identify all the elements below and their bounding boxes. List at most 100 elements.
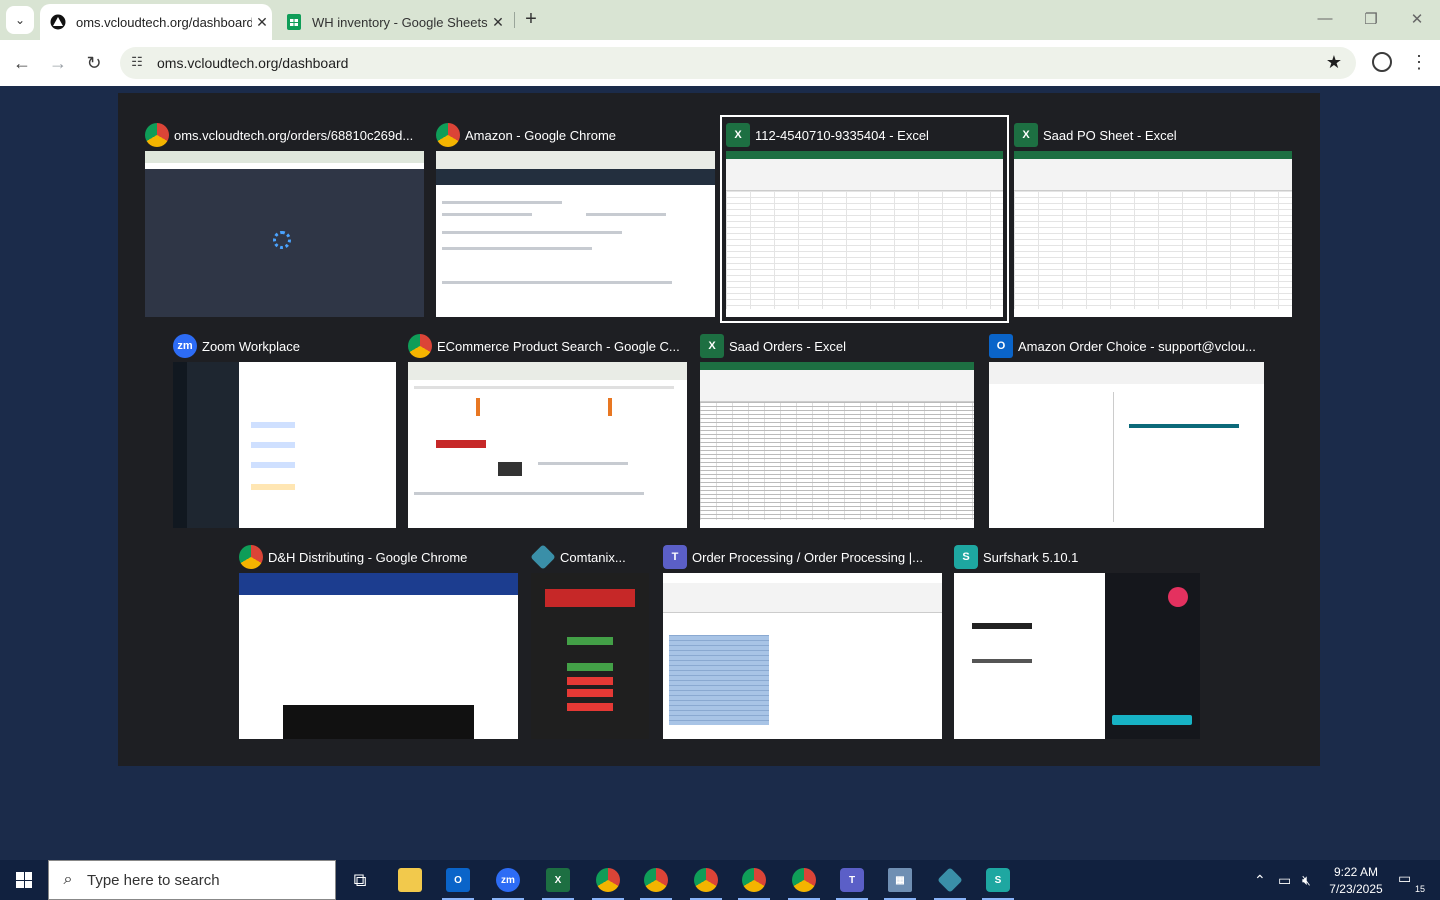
- chrome-icon: [436, 123, 460, 147]
- close-tab-icon[interactable]: ✕: [488, 14, 508, 31]
- window-title: Amazon - Google Chrome: [465, 127, 617, 143]
- outlook-taskbar-button[interactable]: O: [434, 864, 482, 900]
- window-title: D&H Distributing - Google Chrome: [268, 549, 468, 565]
- url-text[interactable]: oms.vcloudtech.org/dashboard: [157, 55, 348, 71]
- surfshark-taskbar-button[interactable]: S: [974, 864, 1022, 900]
- window-tile-saad-po-sheet[interactable]: X Saad PO Sheet - Excel: [1014, 121, 1292, 317]
- task-view-icon: ⧉: [353, 869, 367, 890]
- clock-time: 9:22 AM: [1333, 865, 1379, 879]
- show-hidden-icons-button[interactable]: ⌃: [1254, 860, 1266, 900]
- chrome-taskbar-button-3[interactable]: [682, 864, 730, 900]
- minimize-button[interactable]: —: [1310, 10, 1340, 27]
- chrome-icon: [742, 868, 766, 892]
- window-tile-saad-orders[interactable]: X Saad Orders - Excel: [700, 332, 974, 528]
- system-clock[interactable]: 9:22 AM 7/23/2025: [1322, 864, 1390, 898]
- file-explorer-icon: [398, 868, 422, 892]
- volume-muted-icon[interactable]: 🔇︎: [1302, 860, 1311, 900]
- window-thumbnail: [663, 573, 942, 739]
- tab-strip: ⌄ oms.vcloudtech.org/dashboard ✕ WH inve…: [0, 0, 1440, 40]
- window-tile-comtanix[interactable]: Comtanix...: [530, 543, 649, 739]
- start-button[interactable]: [0, 860, 48, 900]
- window-thumbnail: [436, 151, 715, 317]
- tab-dashboard[interactable]: oms.vcloudtech.org/dashboard ✕: [40, 4, 272, 40]
- notification-icon: ▭: [1398, 870, 1412, 886]
- window-thumbnail: [954, 573, 1200, 739]
- file-explorer-button[interactable]: [386, 864, 434, 896]
- site-settings-icon[interactable]: ☷: [128, 54, 146, 72]
- loading-spinner-icon: [273, 231, 291, 249]
- network-icon[interactable]: ▭: [1278, 860, 1291, 900]
- zoom-icon: zm: [173, 334, 197, 358]
- address-bar[interactable]: ☷ oms.vcloudtech.org/dashboard ★: [120, 47, 1356, 79]
- teams-taskbar-button[interactable]: T: [828, 864, 876, 900]
- chrome-menu-icon[interactable]: ⋮: [1410, 50, 1428, 74]
- window-title: Amazon Order Choice - support@vclou...: [1018, 338, 1256, 354]
- chrome-icon: [792, 868, 816, 892]
- window-title: Order Processing / Order Processing |...: [692, 549, 923, 565]
- chrome-icon: [694, 868, 718, 892]
- window-tile-zoom[interactable]: zm Zoom Workplace: [173, 332, 396, 528]
- comtanix-taskbar-button[interactable]: [926, 864, 974, 900]
- task-view-button[interactable]: ⧉: [336, 864, 384, 896]
- windows-logo-icon: [16, 872, 32, 888]
- calculator-icon: ▦: [888, 868, 912, 892]
- new-tab-button[interactable]: +: [520, 9, 542, 31]
- window-tile-dh-distributing[interactable]: D&H Distributing - Google Chrome: [239, 543, 518, 739]
- reload-button[interactable]: ↻: [82, 51, 106, 75]
- notification-count: 15: [1413, 884, 1426, 894]
- window-tile-outlook-amazon-choice[interactable]: O Amazon Order Choice - support@vclou...: [989, 332, 1264, 528]
- window-title: Saad Orders - Excel: [729, 338, 847, 354]
- outlook-icon: O: [446, 868, 470, 892]
- chrome-taskbar-button-1[interactable]: [584, 864, 632, 900]
- site-favicon-icon: [50, 14, 66, 30]
- zoom-taskbar-button[interactable]: zm: [484, 864, 532, 900]
- window-tile-ecommerce-search[interactable]: ECommerce Product Search - Google C...: [408, 332, 687, 528]
- window-thumbnail: [145, 151, 424, 317]
- chrome-icon: [408, 334, 432, 358]
- chrome-icon: [145, 123, 169, 147]
- taskbar-search-box[interactable]: ⌕ Type here to search: [48, 860, 336, 900]
- window-tile-amazon[interactable]: Amazon - Google Chrome: [436, 121, 715, 317]
- window-tile-teams-order-processing[interactable]: T Order Processing / Order Processing |..…: [663, 543, 942, 739]
- chrome-icon: [644, 868, 668, 892]
- bookmark-star-icon[interactable]: ★: [1326, 52, 1342, 73]
- taskbar: ⌕ Type here to search ⧉ O zm X T ▦ S ⌃ ▭…: [0, 860, 1440, 900]
- maximize-button[interactable]: ❐: [1356, 10, 1386, 28]
- comtanix-icon: [530, 544, 556, 570]
- excel-icon: X: [1014, 123, 1038, 147]
- teams-icon: T: [840, 868, 864, 892]
- window-title: ECommerce Product Search - Google C...: [437, 338, 680, 354]
- close-window-button[interactable]: ✕: [1402, 10, 1432, 28]
- window-tile-excel-order[interactable]: X 112-4540710-9335404 - Excel: [720, 115, 1009, 323]
- excel-taskbar-button[interactable]: X: [534, 864, 582, 900]
- teams-icon: T: [663, 545, 687, 569]
- zoom-icon: zm: [496, 868, 520, 892]
- window-tile-surfshark[interactable]: S Surfshark 5.10.1: [954, 543, 1200, 739]
- window-thumbnail: [531, 573, 649, 739]
- excel-icon: X: [546, 868, 570, 892]
- profile-icon[interactable]: [1372, 52, 1392, 72]
- window-tile-oms-orders[interactable]: oms.vcloudtech.org/orders/68810c269d...: [145, 121, 424, 317]
- close-tab-icon[interactable]: ✕: [252, 14, 272, 31]
- chrome-taskbar-button-4[interactable]: [730, 864, 778, 900]
- tab-wh-inventory[interactable]: WH inventory - Google Sheets ✕: [276, 4, 508, 40]
- tab-search-button[interactable]: ⌄: [6, 6, 34, 34]
- window-thumbnail: [408, 362, 687, 528]
- chevron-down-icon: ⌄: [14, 13, 26, 27]
- chrome-taskbar-button-5[interactable]: [780, 864, 828, 900]
- surfshark-icon: S: [954, 545, 978, 569]
- back-button[interactable]: ←: [10, 51, 34, 75]
- comtanix-icon: [937, 867, 963, 893]
- forward-button[interactable]: →: [46, 51, 70, 75]
- task-switcher: oms.vcloudtech.org/orders/68810c269d... …: [118, 93, 1320, 766]
- tab-title: WH inventory - Google Sheets: [312, 14, 488, 30]
- search-icon: ⌕: [63, 871, 73, 888]
- excel-icon: X: [700, 334, 724, 358]
- calculator-taskbar-button[interactable]: ▦: [876, 864, 924, 900]
- window-thumbnail: [989, 362, 1264, 528]
- surfshark-icon: S: [986, 868, 1010, 892]
- outlook-icon: O: [989, 334, 1013, 358]
- window-title: Surfshark 5.10.1: [983, 549, 1079, 565]
- notification-center-button[interactable]: ▭ 15: [1398, 870, 1426, 894]
- chrome-taskbar-button-2[interactable]: [632, 864, 680, 900]
